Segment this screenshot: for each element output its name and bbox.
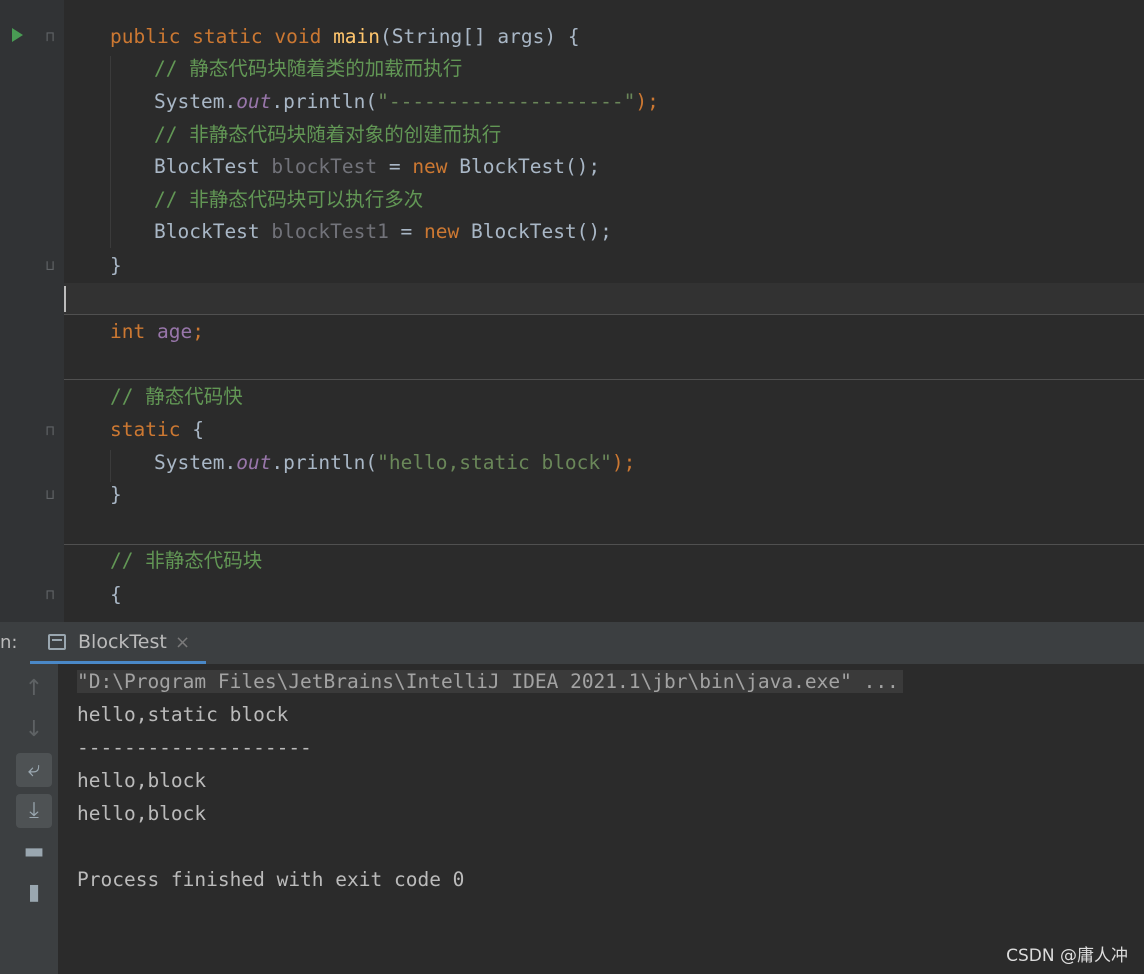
console-line: -------------------- <box>77 736 312 759</box>
method-separator <box>64 379 1144 380</box>
unused-variable: blockTest <box>271 155 378 178</box>
console-line: hello,static block <box>77 703 289 726</box>
arrow-down-icon[interactable]: ↓ <box>16 713 52 747</box>
code-line[interactable]: System.out.println("hello,static block")… <box>154 447 635 479</box>
static-field: out <box>236 90 272 113</box>
indent-guide <box>110 450 111 482</box>
string-literal: "--------------------" <box>377 90 636 113</box>
code-text: System. <box>154 90 237 113</box>
method-separator <box>64 314 1144 315</box>
code-line[interactable]: System.out.println("--------------------… <box>154 86 659 118</box>
code-editor[interactable]: ⊓ ⊔ ⊓ ⊔ ⊓ public static void main(String… <box>0 0 1144 622</box>
console-line: hello,block <box>77 769 207 792</box>
code-text: = <box>388 220 425 243</box>
fold-icon[interactable]: ⊓ <box>46 30 54 44</box>
code-text: = <box>377 155 413 178</box>
code-text: System. <box>154 451 237 474</box>
code-text: ); <box>611 451 636 474</box>
editor-gutter: ⊓ ⊔ ⊓ ⊔ ⊓ <box>0 0 64 622</box>
code-text: BlockTest <box>154 155 272 178</box>
code-comment[interactable]: // 非静态代码块 <box>110 545 262 577</box>
console-output[interactable]: "D:\Program Files\JetBrains\IntelliJ IDE… <box>0 664 1144 974</box>
code-line[interactable]: } <box>110 479 122 511</box>
code-text: BlockTest(); <box>459 155 601 178</box>
run-icon[interactable] <box>12 28 23 42</box>
code-line[interactable]: BlockTest blockTest = new BlockTest(); <box>154 151 600 183</box>
keyword: new <box>424 220 472 243</box>
tab-label: BlockTest <box>78 631 167 653</box>
keyword: int <box>110 320 157 343</box>
fold-icon[interactable]: ⊓ <box>46 588 54 602</box>
code-text: BlockTest <box>154 220 272 243</box>
code-text: .println( <box>271 451 378 474</box>
code-line[interactable]: } <box>110 250 122 282</box>
current-line-highlight <box>64 283 1144 315</box>
tab-blocktest[interactable]: BlockTest × <box>30 622 206 664</box>
unused-variable: blockTest1 <box>271 220 389 243</box>
fold-icon[interactable]: ⊓ <box>46 424 54 438</box>
code-line[interactable]: { <box>110 579 122 611</box>
code-text: .println( <box>271 90 378 113</box>
instance-field: age <box>156 320 193 343</box>
fold-icon[interactable]: ⊔ <box>46 259 54 273</box>
soft-wrap-icon[interactable]: ⤶ <box>16 753 52 787</box>
text-caret <box>64 286 66 312</box>
keyword: public static void <box>110 25 334 48</box>
code-line[interactable]: int age; <box>110 316 204 348</box>
code-text: BlockTest(); <box>471 220 612 243</box>
console-line: hello,block <box>77 802 207 825</box>
console-line: Process finished with exit code 0 <box>77 868 465 891</box>
code-text: ); <box>635 90 659 113</box>
method-name: main <box>333 25 381 48</box>
code-line[interactable]: public static void main(String[] args) { <box>110 21 580 53</box>
code-text: ; <box>192 320 204 343</box>
keyword: new <box>412 155 460 178</box>
indent-guide <box>110 56 111 248</box>
fold-icon[interactable]: ⊔ <box>46 488 54 502</box>
run-tool-window-header: n: BlockTest × <box>0 622 1144 665</box>
run-toolbar: ↑ ↓ ⤶ ⤓ ▬ ▮ <box>0 664 58 974</box>
code-text: { <box>192 418 204 441</box>
scroll-to-end-icon[interactable]: ⤓ <box>16 794 52 828</box>
print-icon[interactable]: ▬ <box>16 835 52 869</box>
watermark: CSDN @庸人冲 <box>1006 946 1128 966</box>
code-comment[interactable]: // 静态代码块随着类的加载而执行 <box>154 53 462 85</box>
code-comment[interactable]: // 非静态代码块随着对象的创建而执行 <box>154 119 501 151</box>
keyword: static <box>110 418 193 441</box>
trash-icon[interactable]: ▮ <box>16 876 52 910</box>
code-line[interactable]: static { <box>110 414 204 446</box>
static-field: out <box>236 451 272 474</box>
code-text: (String[] args) { <box>380 25 580 48</box>
string-literal: "hello,static block" <box>377 451 612 474</box>
close-icon[interactable]: × <box>175 632 190 653</box>
command-text: "D:\Program Files\JetBrains\IntelliJ IDE… <box>77 670 903 693</box>
arrow-up-icon[interactable]: ↑ <box>16 672 52 706</box>
console-icon <box>48 634 66 650</box>
code-line[interactable]: BlockTest blockTest1 = new BlockTest(); <box>154 216 612 248</box>
console-command-line: "D:\Program Files\JetBrains\IntelliJ IDE… <box>77 666 903 698</box>
code-comment[interactable]: // 非静态代码块可以执行多次 <box>154 184 423 216</box>
run-panel-title: n: <box>0 632 18 653</box>
code-comment[interactable]: // 静态代码快 <box>110 381 243 413</box>
